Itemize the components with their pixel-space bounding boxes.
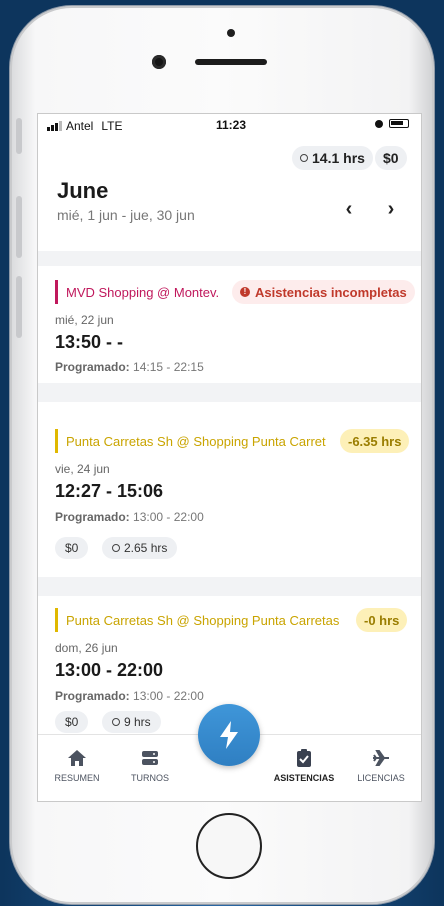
hours-diff-badge: -0 hrs bbox=[356, 608, 408, 632]
money-total-value: $0 bbox=[383, 150, 399, 166]
month-header: 14.1 hrs $0 June mié, 1 jun - jue, 30 ju… bbox=[38, 136, 421, 251]
shift-card[interactable]: MVD Shopping @ Montev. ! Asistencias inc… bbox=[38, 266, 421, 383]
volume-up-button bbox=[16, 196, 22, 258]
shift-date: vie, 24 jun bbox=[55, 462, 110, 476]
front-camera bbox=[152, 55, 166, 69]
carrier-name: Antel bbox=[66, 119, 94, 133]
tab-licencias[interactable]: LICENCIAS bbox=[343, 749, 419, 783]
scheduled-value: 14:15 - 22:15 bbox=[133, 360, 204, 374]
tab-resumen[interactable]: RESUMEN bbox=[39, 749, 115, 783]
hours-value: 2.65 hrs bbox=[124, 541, 168, 555]
location-label: Punta Carretas Sh @ Shopping Punta Carre… bbox=[55, 608, 355, 632]
home-button[interactable] bbox=[196, 813, 262, 879]
scheduled-label: Programado: bbox=[55, 510, 130, 524]
quick-action-button[interactable] bbox=[198, 704, 260, 766]
scheduled-label: Programado: bbox=[55, 360, 130, 374]
clipboard-check-icon bbox=[297, 749, 311, 767]
location-label: MVD Shopping @ Montev. bbox=[55, 280, 233, 304]
shift-time: 13:50 - - bbox=[55, 332, 124, 352]
airplane-icon bbox=[373, 750, 389, 766]
shift-date: dom, 26 jun bbox=[55, 641, 118, 655]
scheduled-time: Programado: 13:00 - 22:00 bbox=[55, 510, 204, 524]
page-title: June bbox=[57, 178, 109, 203]
earpiece-speaker bbox=[195, 59, 267, 65]
scheduled-value: 13:00 - 22:00 bbox=[133, 510, 204, 524]
scheduled-label: Programado: bbox=[55, 689, 130, 703]
chevron-right-icon[interactable]: › bbox=[379, 198, 403, 221]
hours-total-value: 14.1 hrs bbox=[312, 150, 365, 166]
hours-value: 9 hrs bbox=[124, 715, 151, 729]
status-badge: ! Asistencias incompletas bbox=[232, 280, 415, 304]
scheduled-time: Programado: 14:15 - 22:15 bbox=[55, 360, 204, 374]
clock-icon bbox=[300, 154, 308, 162]
alarm-icon bbox=[375, 119, 383, 128]
chevron-left-icon[interactable]: ‹ bbox=[337, 198, 361, 221]
scheduled-time: Programado: 13:00 - 22:00 bbox=[55, 689, 204, 703]
tab-label: LICENCIAS bbox=[357, 773, 405, 783]
mute-switch bbox=[16, 118, 22, 154]
signal-icon bbox=[47, 121, 62, 131]
location-label: Punta Carretas Sh @ Shopping Punta Carre… bbox=[55, 429, 360, 453]
hours-total-badge: 14.1 hrs bbox=[292, 146, 373, 170]
lightning-bolt-icon bbox=[220, 721, 238, 749]
money-chip: $0 bbox=[55, 537, 89, 559]
server-icon bbox=[142, 751, 158, 765]
hours-chip: 2.65 hrs bbox=[102, 537, 178, 559]
money-chip: $0 bbox=[55, 711, 89, 733]
tab-label: ASISTENCIAS bbox=[273, 773, 335, 783]
hours-chip: 9 hrs bbox=[102, 711, 161, 733]
date-range: mié, 1 jun - jue, 30 jun bbox=[57, 207, 195, 223]
clock-icon bbox=[112, 544, 120, 552]
network-type: LTE bbox=[101, 119, 123, 133]
status-time: 11:23 bbox=[216, 118, 247, 132]
alert-icon: ! bbox=[240, 287, 250, 297]
shift-time: 13:00 - 22:00 bbox=[55, 660, 164, 680]
clock-icon bbox=[112, 718, 120, 726]
app-screen: Antel LTE 11:23 14.1 hrs $0 June mié, 1 … bbox=[37, 113, 422, 802]
money-total-badge: $0 bbox=[375, 146, 407, 170]
tab-label: RESUMEN bbox=[54, 773, 100, 783]
hours-diff-badge: -6.35 hrs bbox=[340, 429, 410, 453]
scheduled-value: 13:00 - 22:00 bbox=[133, 689, 204, 703]
shift-card[interactable]: Punta Carretas Sh @ Shopping Punta Carre… bbox=[38, 402, 421, 577]
tab-turnos[interactable]: TURNOS bbox=[112, 749, 188, 783]
shift-date: mié, 22 jun bbox=[55, 313, 114, 327]
battery-icon bbox=[389, 119, 409, 128]
tab-asistencias[interactable]: ASISTENCIAS bbox=[266, 749, 342, 783]
status-bar: Antel LTE 11:23 bbox=[38, 114, 421, 136]
proximity-sensor bbox=[227, 29, 235, 37]
status-text: Asistencias incompletas bbox=[255, 284, 407, 300]
home-icon bbox=[68, 750, 86, 766]
tab-label: TURNOS bbox=[131, 773, 169, 783]
shift-time: 12:27 - 15:06 bbox=[55, 481, 164, 501]
volume-down-button bbox=[16, 276, 22, 338]
